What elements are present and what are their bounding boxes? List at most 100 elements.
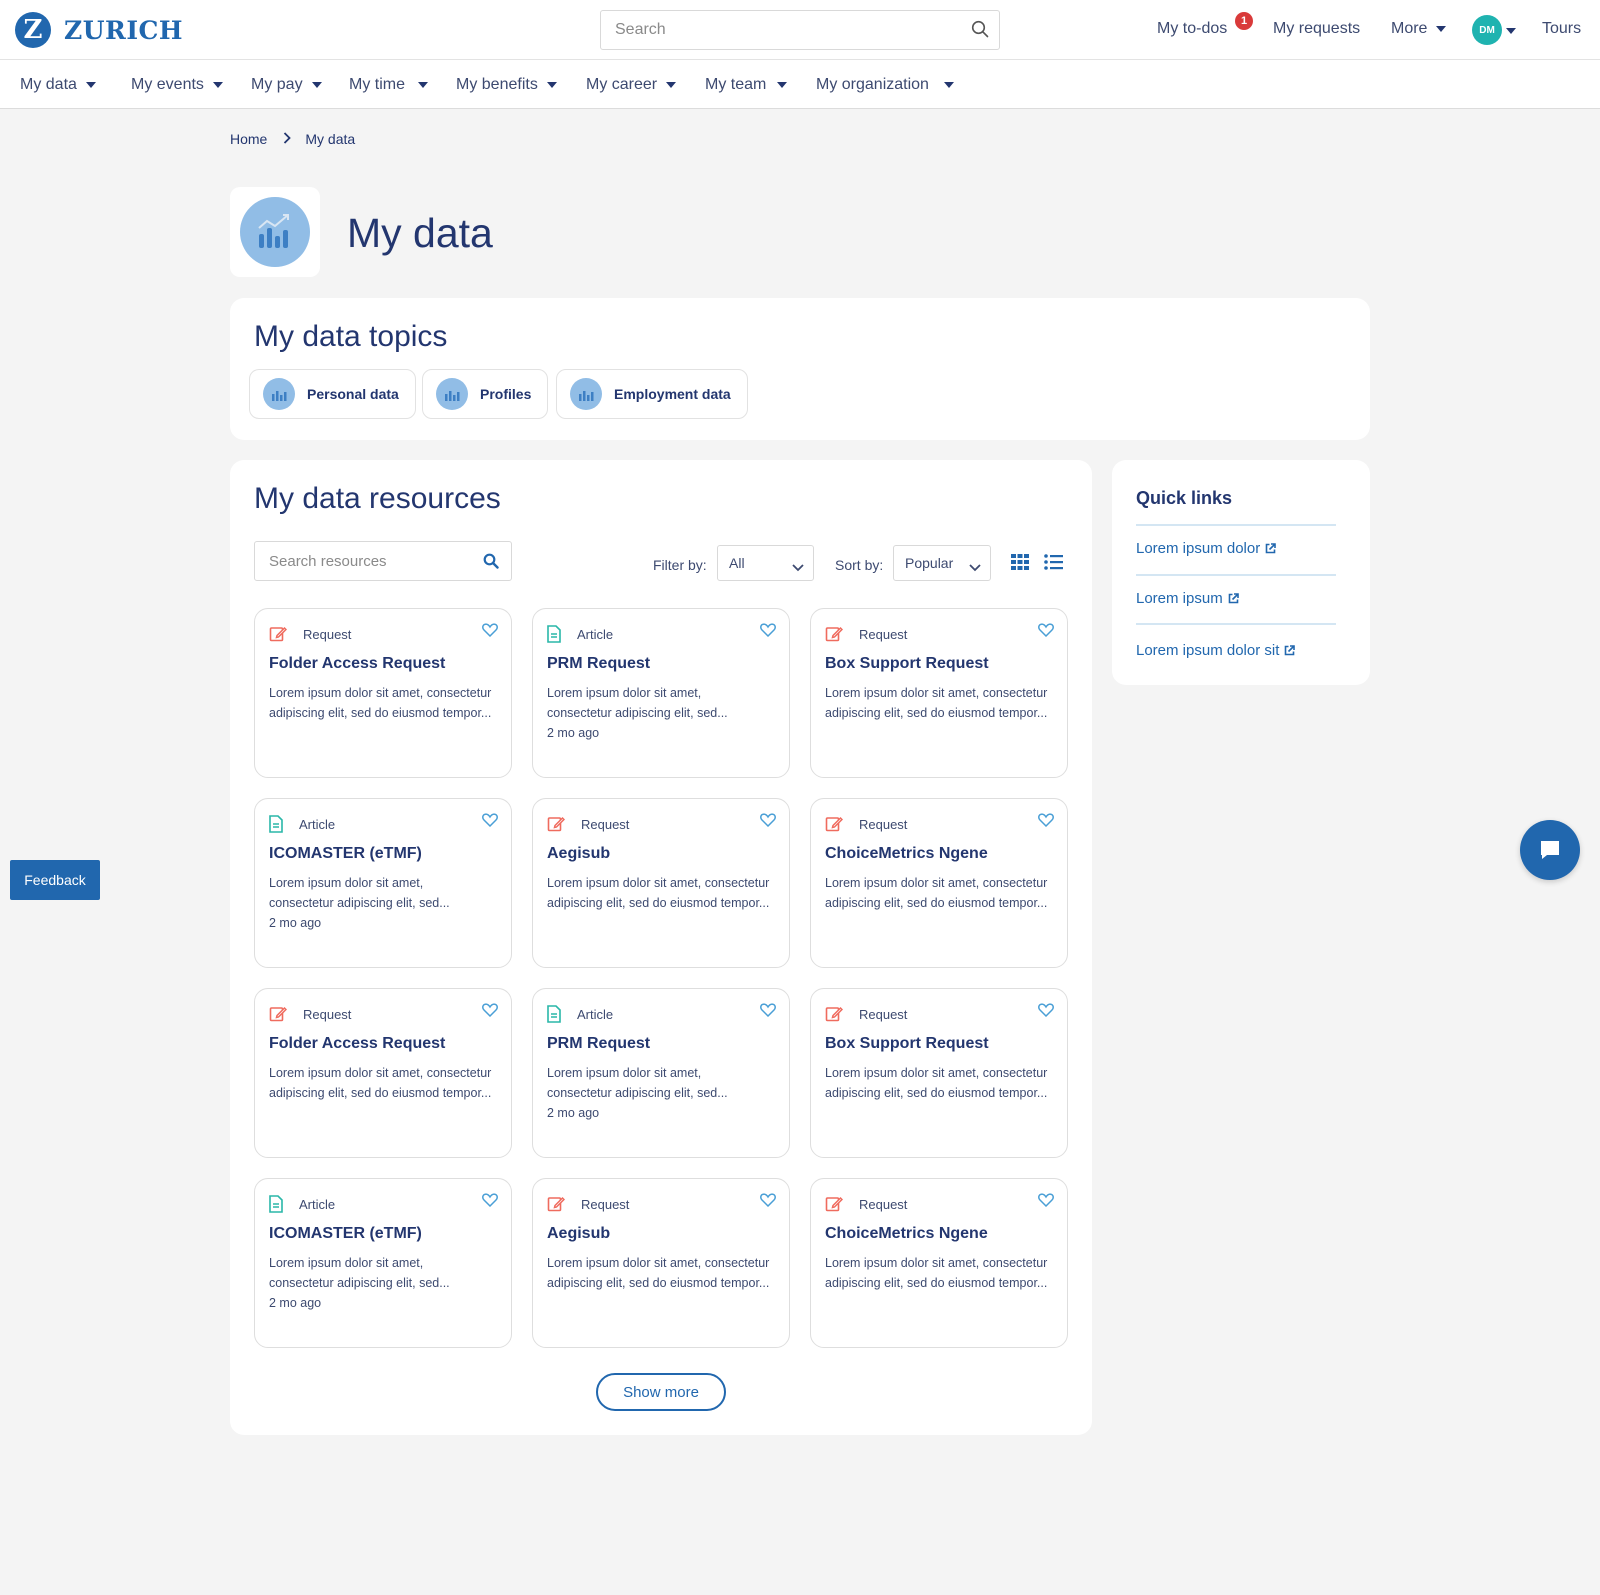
card-title[interactable]: Folder Access Request [269, 1035, 445, 1053]
chart-icon [263, 378, 295, 410]
quick-link[interactable]: Lorem ipsum dolor [1136, 540, 1277, 557]
caret-down-icon [666, 82, 677, 88]
quick-link[interactable]: Lorem ipsum dolor sit [1136, 642, 1296, 659]
nav-my-pay[interactable]: My pay [251, 76, 322, 94]
user-avatar[interactable]: DM [1472, 15, 1502, 45]
tours-label: Tours [1542, 20, 1582, 37]
card-description: Lorem ipsum dolor sit amet, consectetur … [825, 1256, 1048, 1290]
favorite-heart-icon[interactable] [1038, 1193, 1054, 1212]
resource-card[interactable]: Request Aegisub Lorem ipsum dolor sit amet… [532, 798, 790, 968]
card-title[interactable]: ICOMASTER (eTMF) [269, 845, 422, 863]
favorite-heart-icon[interactable] [482, 813, 498, 832]
favorite-heart-icon[interactable] [482, 1193, 498, 1212]
breadcrumb-home[interactable]: Home [230, 131, 267, 147]
card-type: Request [825, 1005, 907, 1023]
resource-card[interactable]: Request Box Support Request Lorem ipsum do… [810, 988, 1068, 1158]
chevron-down-icon [792, 559, 804, 575]
search-icon[interactable] [483, 553, 499, 574]
nav-label: My organization [816, 76, 929, 93]
topic-chip-profiles[interactable]: Profiles [422, 369, 549, 419]
nav-my-organization[interactable]: My organization [816, 76, 954, 94]
tours-link[interactable]: Tours [1542, 20, 1581, 38]
card-title[interactable]: Box Support Request [825, 655, 989, 673]
my-requests-link[interactable]: My requests [1273, 20, 1360, 38]
resource-card[interactable]: Request Aegisub Lorem ipsum dolor sit amet… [532, 1178, 790, 1348]
global-search-input[interactable] [601, 11, 941, 49]
favorite-heart-icon[interactable] [1038, 813, 1054, 832]
page-title: My data [347, 210, 493, 256]
caret-down-icon [546, 82, 557, 88]
card-timestamp: 2 mo ago [269, 1296, 322, 1310]
favorite-heart-icon[interactable] [1038, 1003, 1054, 1022]
resource-card[interactable]: Request ChoiceMetrics Ngene Lorem ipsum do… [810, 798, 1068, 968]
card-type-label: Request [859, 626, 908, 642]
sort-select[interactable]: Popular [893, 545, 991, 581]
topic-chip-employment-data[interactable]: Employment data [556, 369, 748, 419]
logo-mark: Z [15, 12, 51, 48]
favorite-heart-icon[interactable] [760, 1193, 776, 1212]
card-description: Lorem ipsum dolor sit amet, consectetur … [825, 686, 1048, 720]
resource-card[interactable]: Article PRM Request Lorem ipsum dolor sit … [532, 988, 790, 1158]
resource-search-input[interactable] [255, 542, 465, 580]
request-edit-icon [547, 815, 573, 833]
resource-card[interactable]: Request Folder Access Request Lorem ipsum … [254, 608, 512, 778]
my-todos-label: My to-dos [1157, 20, 1228, 37]
filter-value: All [729, 555, 745, 571]
card-title[interactable]: PRM Request [547, 1035, 650, 1053]
favorite-heart-icon[interactable] [760, 623, 776, 642]
card-type-label: Request [859, 1006, 908, 1022]
resource-card[interactable]: Request Box Support Request Lorem ipsum do… [810, 608, 1068, 778]
more-menu[interactable]: More [1391, 20, 1447, 38]
card-title[interactable]: ICOMASTER (eTMF) [269, 1225, 422, 1243]
favorite-heart-icon[interactable] [1038, 623, 1054, 642]
nav-my-events[interactable]: My events [131, 76, 223, 94]
nav-my-data[interactable]: My data [20, 76, 96, 94]
resources-title: My data resources [254, 482, 501, 515]
card-title[interactable]: Aegisub [547, 1225, 610, 1243]
card-type: Request [825, 1195, 907, 1213]
card-title[interactable]: Aegisub [547, 845, 610, 863]
card-title[interactable]: ChoiceMetrics Ngene [825, 845, 988, 863]
nav-my-time[interactable]: My time [349, 76, 428, 94]
nav-my-team[interactable]: My team [705, 76, 788, 94]
resource-card[interactable]: Request ChoiceMetrics Ngene Lorem ipsum do… [810, 1178, 1068, 1348]
filter-select[interactable]: All [717, 545, 814, 581]
favorite-heart-icon[interactable] [760, 813, 776, 832]
avatar-caret-down-icon[interactable] [1506, 28, 1516, 34]
my-todos-link[interactable]: My to-dos 1 [1157, 12, 1253, 38]
chat-icon [1541, 841, 1559, 859]
card-title[interactable]: ChoiceMetrics Ngene [825, 1225, 988, 1243]
resource-card[interactable]: Article ICOMASTER (eTMF) Lorem ipsum dolor… [254, 1178, 512, 1348]
caret-down-icon [85, 82, 96, 88]
card-title[interactable]: Folder Access Request [269, 655, 445, 673]
favorite-heart-icon[interactable] [760, 1003, 776, 1022]
quick-link[interactable]: Lorem ipsum [1136, 590, 1239, 607]
request-edit-icon [269, 625, 295, 643]
chat-button[interactable] [1520, 820, 1580, 880]
card-description: Lorem ipsum dolor sit amet, consectetur … [825, 876, 1048, 910]
grid-view-icon[interactable] [1011, 554, 1029, 575]
card-description: Lorem ipsum dolor sit amet, consectetur … [547, 686, 728, 720]
card-description: Lorem ipsum dolor sit amet, consectetur … [547, 1256, 770, 1290]
card-title[interactable]: PRM Request [547, 655, 650, 673]
favorite-heart-icon[interactable] [482, 623, 498, 642]
nav-my-career[interactable]: My career [586, 76, 677, 94]
sort-label: Sort by: [835, 557, 884, 573]
topic-chip-personal-data[interactable]: Personal data [249, 369, 416, 419]
quick-link-label: Lorem ipsum [1136, 590, 1223, 607]
caret-down-icon [777, 82, 788, 88]
top-header: Z ZURICH My to-dos 1 My requests More DM… [0, 0, 1600, 60]
search-icon[interactable] [971, 20, 989, 43]
feedback-button[interactable]: Feedback [10, 860, 100, 900]
favorite-heart-icon[interactable] [482, 1003, 498, 1022]
resource-card[interactable]: Article PRM Request Lorem ipsum dolor sit … [532, 608, 790, 778]
resource-card[interactable]: Article ICOMASTER (eTMF) Lorem ipsum dolor… [254, 798, 512, 968]
request-edit-icon [825, 815, 851, 833]
card-title[interactable]: Box Support Request [825, 1035, 989, 1053]
breadcrumb-current: My data [305, 131, 356, 147]
resource-card[interactable]: Request Folder Access Request Lorem ipsum … [254, 988, 512, 1158]
nav-my-benefits[interactable]: My benefits [456, 76, 557, 94]
show-more-button[interactable]: Show more [596, 1373, 726, 1411]
zurich-logo[interactable]: Z ZURICH [15, 12, 183, 48]
list-view-icon[interactable] [1044, 554, 1063, 575]
